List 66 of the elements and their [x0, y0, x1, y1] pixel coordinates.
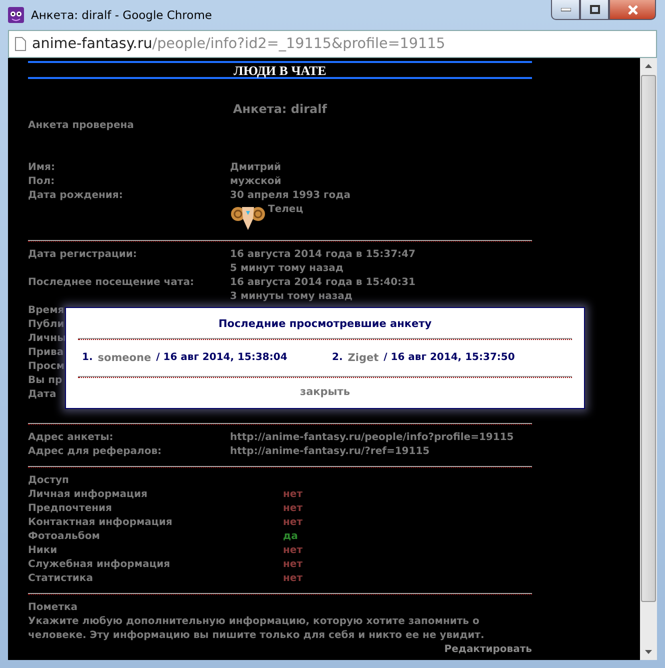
field-label: Дата регистрации:: [28, 248, 137, 262]
access-label: Фотоальбом: [28, 530, 100, 544]
viewer-link[interactable]: Ziget: [348, 352, 379, 364]
viewer-number: 2.: [332, 352, 343, 364]
field-label: Дата: [28, 388, 56, 402]
up-arrow-icon: [645, 64, 652, 68]
access-label: Контактная информация: [28, 516, 172, 530]
field-label: Имя:: [28, 161, 55, 175]
close-icon: [626, 4, 638, 14]
field-value: 3 минуты тому назад: [230, 290, 352, 304]
access-value: да: [283, 530, 298, 544]
minimize-button[interactable]: [551, 0, 580, 20]
field-label: Адрес для рефералов:: [28, 445, 162, 459]
edit-link[interactable]: Редактировать: [444, 644, 532, 655]
maximize-button[interactable]: [580, 0, 609, 20]
profile-url: http://anime-fantasy.ru/?ref=19115: [230, 445, 430, 459]
field-label: Просм: [28, 360, 64, 374]
field-label: Последнее посещение чата:: [28, 276, 194, 290]
window-title: Анкета: diralf - Google Chrome: [31, 8, 212, 22]
viewer-link[interactable]: someone: [98, 352, 152, 364]
close-link[interactable]: закрыть: [300, 386, 350, 398]
access-label: Ники: [28, 544, 58, 558]
field-label: Пол:: [28, 175, 55, 189]
access-value: нет: [283, 544, 302, 558]
url-text: anime-fantasy.ru/people/info?id2=_19115&profile=19115: [32, 36, 446, 52]
zodiac-sign: Телец: [268, 203, 304, 217]
access-value: нет: [283, 502, 302, 516]
field-label: Время: [28, 304, 64, 318]
field-value: Дмитрий: [230, 161, 282, 175]
banner-title: ЛЮДИ В ЧАТЕ: [234, 63, 326, 78]
profile-url: http://anime-fantasy.ru/people/info?profile=19115: [230, 431, 514, 445]
access-label: Служебная информация: [28, 558, 170, 572]
page-icon: [15, 37, 26, 51]
note-text: Укажите любую дополнительную информацию, которую хотите запомнить о человеке. Эту информацию вы пишите только для себя и никто ее не увидит.: [28, 615, 486, 643]
scrollbar-thumb[interactable]: [641, 75, 656, 602]
field-value: 30 апреля 1993 года: [230, 189, 350, 203]
field-value: 16 августа 2014 года в 15:40:31: [230, 276, 416, 290]
field-label: Прива: [28, 346, 64, 360]
status-text: Анкета проверена: [28, 119, 135, 133]
access-title: Доступ: [28, 474, 70, 488]
access-value: нет: [283, 572, 302, 586]
popup-title: Последние просмотревшие анкету: [217, 318, 433, 330]
access-value: нет: [283, 516, 302, 530]
note-title: Пометка: [28, 601, 79, 615]
view-time: / 16 авг 2014, 15:38:04: [156, 352, 288, 364]
access-label: Статистика: [28, 572, 93, 586]
field-label: Адрес анкеты:: [28, 431, 114, 445]
close-button[interactable]: [609, 0, 656, 20]
viewer-number: 1.: [82, 352, 93, 364]
access-label: Предпочтения: [28, 502, 112, 516]
access-value: нет: [283, 558, 302, 572]
down-arrow-icon: [645, 650, 652, 654]
maximize-icon: [590, 5, 600, 14]
profile-heading: Анкета: diralf: [232, 102, 328, 116]
field-value: мужской: [230, 175, 282, 189]
view-time: / 16 авг 2014, 15:37:50: [384, 352, 515, 364]
field-label: Публи: [28, 318, 64, 332]
access-label: Личная информация: [28, 488, 148, 502]
field-label: Вы пр: [28, 374, 62, 388]
field-label: Дата рождения:: [28, 189, 123, 203]
field-value: 16 августа 2014 года в 15:37:47: [230, 248, 416, 262]
address-bar[interactable]: anime-fantasy.ru/people/info?id2=_19115&profile=19115: [8, 30, 657, 58]
access-value: нет: [283, 488, 302, 502]
field-value: 5 минут тому назад: [230, 262, 344, 276]
minimize-icon: [560, 8, 570, 12]
app-icon: [7, 6, 25, 24]
